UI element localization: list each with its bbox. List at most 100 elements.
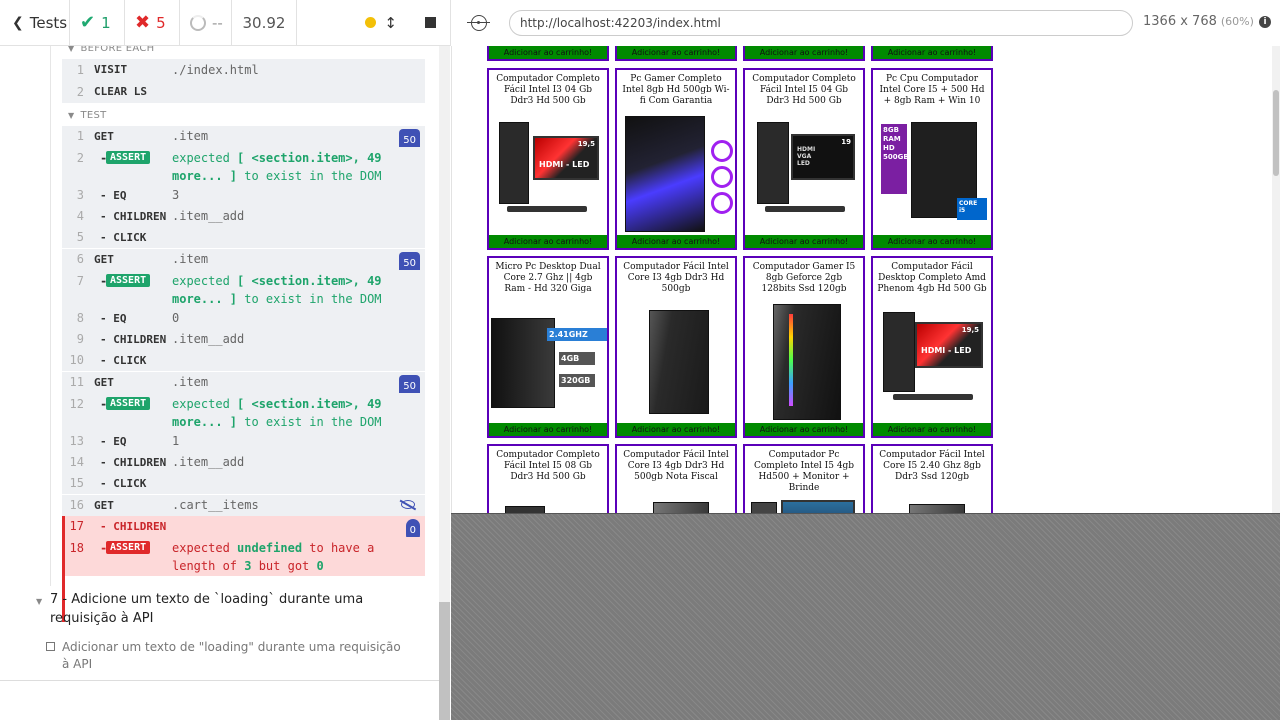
cpu-badge: CORE i5 xyxy=(957,198,987,220)
stop-button[interactable] xyxy=(425,17,436,28)
crosshair-icon[interactable] xyxy=(467,15,490,31)
before-each-hook[interactable]: ▼ BEFORE EACH xyxy=(68,46,155,54)
command-row[interactable]: 9 - CHILDREN .item__add xyxy=(62,329,425,350)
command-row[interactable]: 3 - EQ 3 xyxy=(62,185,425,206)
add-to-cart-button[interactable]: Adicionar ao carrinho! xyxy=(873,235,991,248)
add-to-cart-button[interactable]: Adicionar ao carrinho! xyxy=(489,46,607,59)
product-card: Computador Completo Fácil Intel I5 04 Gb… xyxy=(743,68,865,250)
info-icon[interactable]: i xyxy=(1259,16,1271,28)
product-title: Computador Fácil Intel Core I5 2.40 Ghz … xyxy=(879,450,985,482)
viewport-size: 1366 x 768 (60%) xyxy=(1143,14,1254,29)
add-to-cart-button[interactable]: Adicionar ao carrinho! xyxy=(745,46,863,59)
ghz-tag: 2.41GHZ xyxy=(547,328,607,341)
product-title: Computador Completo Fácil Intel I3 04 Gb… xyxy=(496,74,600,106)
test-hook[interactable]: ▼ TEST xyxy=(68,110,107,121)
command-row[interactable]: 13 - EQ 1 xyxy=(62,431,425,452)
pc-tower-image xyxy=(505,506,545,513)
product-card: Adicionar ao carrinho! xyxy=(871,46,993,61)
command-row[interactable]: 1 GET .item 50 xyxy=(62,126,425,152)
add-to-cart-button[interactable]: Adicionar ao carrinho! xyxy=(873,46,991,59)
command-row[interactable]: 2 CLEAR LS xyxy=(62,81,425,103)
add-to-cart-button[interactable]: Adicionar ao carrinho! xyxy=(617,423,735,436)
product-title: Computador Fácil Intel Core I3 4gb Ddr3 … xyxy=(623,262,729,294)
app-scrollbar-thumb[interactable] xyxy=(1273,90,1279,176)
command-row[interactable]: 4 - CHILDREN .item__add xyxy=(62,206,425,227)
command-message: .item__add xyxy=(172,209,245,223)
command-name: - CHILDREN xyxy=(100,210,167,223)
command-row[interactable]: 5 - CLICK xyxy=(62,227,425,248)
app-scrollbar[interactable] xyxy=(1272,46,1280,513)
autoscroll-toggle-icon[interactable]: ↕ xyxy=(384,14,397,32)
add-to-cart-button[interactable]: Adicionar ao carrinho! xyxy=(489,235,607,248)
pending-count[interactable]: -- xyxy=(180,0,232,46)
passed-count[interactable]: ✔ 1 xyxy=(70,0,125,46)
url-bar[interactable]: http://localhost:42203/index.html xyxy=(509,10,1133,36)
add-to-cart-button[interactable]: Adicionar ao carrinho! xyxy=(745,235,863,248)
assert-text: expected xyxy=(172,541,238,555)
monitor-size-label: 19 xyxy=(841,138,851,146)
reporter-scrollbar-thumb[interactable] xyxy=(439,602,450,720)
command-number: 11 xyxy=(69,375,84,389)
product-title: Pc Gamer Completo Intel 8gb Hd 500gb Wi-… xyxy=(622,74,730,106)
product-card: Adicionar ao carrinho! xyxy=(487,46,609,61)
product-card: Computador Completo Fácil Intel I3 04 Gb… xyxy=(487,68,609,250)
command-name: - EQ xyxy=(100,189,127,202)
command-row[interactable]: 2 - ASSERT expected [ <section.item>, 49… xyxy=(62,147,425,185)
command-message: .item__add xyxy=(172,332,245,346)
assert-text: to exist in the DOM xyxy=(237,169,382,183)
pending-number: -- xyxy=(212,13,223,32)
x-icon: ✖ xyxy=(135,12,151,33)
add-to-cart-button[interactable]: Adicionar ao carrinho! xyxy=(617,46,735,59)
tests-link[interactable]: ❮ Tests xyxy=(0,0,70,46)
command-name: - EQ xyxy=(100,312,127,325)
command-number: 1 xyxy=(76,129,84,143)
add-to-cart-button[interactable]: Adicionar ao carrinho! xyxy=(745,423,863,436)
command-name: GET xyxy=(94,253,114,266)
command-name: - EQ xyxy=(100,435,127,448)
product-image xyxy=(879,492,985,513)
command-row[interactable]: 14 - CHILDREN .item__add xyxy=(62,452,425,473)
product-title: Micro Pc Desktop Dual Core 2.7 Ghz || 4g… xyxy=(495,262,601,294)
command-name: GET xyxy=(94,499,114,512)
add-to-cart-button[interactable]: Adicionar ao carrinho! xyxy=(873,423,991,436)
command-row[interactable]: 6 GET .item 50 xyxy=(62,249,425,275)
product-title: Computador Gamer I5 8gb Geforce 2gb 128b… xyxy=(752,262,856,294)
command-row[interactable]: 12 - ASSERT expected [ <section.item>, 4… xyxy=(62,393,425,431)
product-card: Pc Gamer Completo Intel 8gb Hd 500gb Wi-… xyxy=(615,68,737,250)
assert-message: expected [ <section.item>, 49 more... ] t… xyxy=(172,272,412,308)
product-title: Computador Completo Fácil Intel I5 08 Gb… xyxy=(496,450,600,482)
command-row[interactable]: 15 - CLICK xyxy=(62,473,425,494)
command-number: 7 xyxy=(76,274,84,288)
product-title: Computador Fácil Intel Core I3 4gb Ddr3 … xyxy=(623,450,729,482)
pc-tower-image xyxy=(499,122,529,204)
add-to-cart-button[interactable]: Adicionar ao carrinho! xyxy=(489,423,607,436)
add-to-cart-button[interactable]: Adicionar ao carrinho! xyxy=(617,235,735,248)
command-name: - CLICK xyxy=(100,231,147,244)
command-row[interactable]: 1 VISIT ./index.html xyxy=(62,59,425,81)
command-row[interactable]: 7 - ASSERT expected [ <section.item>, 49… xyxy=(62,270,425,308)
command-row[interactable]: 11 GET .item 50 xyxy=(62,372,425,398)
command-name-text: EQ xyxy=(113,189,127,202)
command-row-failed[interactable]: 17 - CHILDREN 0 xyxy=(62,516,425,542)
command-name-text: CHILDREN xyxy=(113,210,167,223)
product-image xyxy=(495,492,601,513)
command-name: - CHILDREN xyxy=(100,456,167,469)
product-card: Computador Gamer I5 8gb Geforce 2gb 128b… xyxy=(743,256,865,438)
failed-count[interactable]: ✖ 5 xyxy=(125,0,180,46)
command-row[interactable]: 10 - CLICK xyxy=(62,350,425,371)
command-row-failed[interactable]: 18 - ASSERT expected undefined to have a… xyxy=(62,537,425,576)
product-card: Computador Fácil Intel Core I3 4gb Ddr3 … xyxy=(615,256,737,438)
reporter-panel: ❮ Tests ✔ 1 ✖ 5 -- 30.92 ↕ ▼ BEFORE EACH … xyxy=(0,0,450,720)
spinner-icon xyxy=(190,14,206,31)
command-name-text: EQ xyxy=(113,312,127,325)
product-title: Computador Pc Completo Intel I5 4gb Hd50… xyxy=(753,450,855,493)
command-row[interactable]: 8 - EQ 0 xyxy=(62,308,425,329)
command-name-text: CHILDREN xyxy=(113,520,167,533)
assert-text: to exist in the DOM xyxy=(237,415,382,429)
assert-text: to have a xyxy=(302,541,375,555)
assert-subject: undefined xyxy=(237,541,303,555)
reporter-scrollbar[interactable] xyxy=(439,46,450,720)
reporter-controls: ↕ xyxy=(297,0,450,46)
command-number: 17 xyxy=(69,519,84,533)
command-row[interactable]: 16 GET .cart__items xyxy=(62,495,425,516)
